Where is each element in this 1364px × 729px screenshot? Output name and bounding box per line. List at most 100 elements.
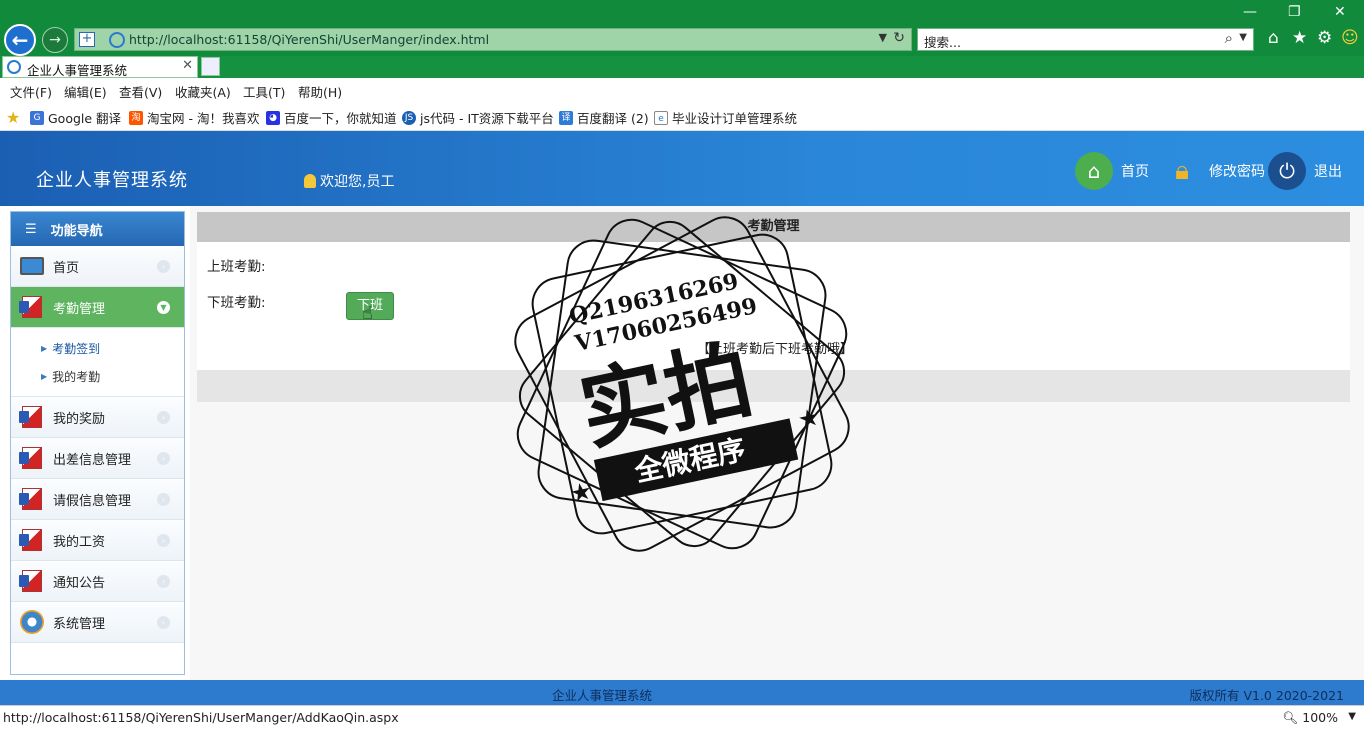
- star-icon[interactable]: ★: [1292, 28, 1307, 48]
- sidebar-item-label: 考勤管理: [53, 301, 106, 317]
- status-bar: http://localhost:61158/QiYerenShi/UserMa…: [0, 705, 1364, 729]
- address-url[interactable]: http://localhost:61158/QiYerenShi/UserMa…: [129, 32, 489, 47]
- menu-tools[interactable]: 工具(T): [243, 82, 285, 101]
- favorite-link[interactable]: 译 百度翻译 (2): [559, 108, 649, 127]
- triangle-right-icon: ▶: [41, 371, 48, 381]
- app-title: 企业人事管理系统: [36, 170, 188, 191]
- favorite-link[interactable]: e 毕业设计订单管理系统: [654, 108, 797, 127]
- chevron-down-icon[interactable]: ▼: [1239, 32, 1247, 43]
- chevron-right-icon: ›: [157, 616, 170, 629]
- favorite-link[interactable]: G Google 翻译: [30, 108, 121, 127]
- footer-copyright: 版权所有 V1.0 2020-2021: [1189, 688, 1344, 703]
- favorite-link[interactable]: ◕ 百度一下，你就知道: [266, 108, 397, 127]
- favorite-link[interactable]: 淘 淘宝网 - 淘！我喜欢: [129, 108, 259, 127]
- chevron-right-icon: ›: [157, 493, 170, 506]
- hand-cursor-icon: ☝: [362, 303, 373, 324]
- home-icon[interactable]: ⌂: [1268, 28, 1279, 48]
- close-window-icon[interactable]: ✕: [1334, 4, 1346, 20]
- zoom-level[interactable]: 🔍︎ 100%: [1282, 710, 1338, 726]
- ie-page-icon: e: [654, 110, 668, 125]
- chevron-down-icon[interactable]: ▼: [879, 31, 887, 44]
- forward-button[interactable]: →: [42, 27, 68, 53]
- menu-edit[interactable]: 编辑(E): [64, 82, 107, 101]
- checkin-label: 上班考勤:: [207, 259, 266, 275]
- favorite-label: Google 翻译: [48, 111, 122, 126]
- gear-icon[interactable]: ⚙: [1317, 28, 1332, 48]
- sidebar-item-label: 请假信息管理: [53, 493, 132, 509]
- close-tab-icon[interactable]: ✕: [182, 58, 193, 73]
- tab-title: 企业人事管理系统: [27, 63, 128, 78]
- menu-file[interactable]: 文件(F): [10, 82, 52, 101]
- pdf-book-icon: [19, 445, 45, 471]
- user-icon: [304, 174, 316, 188]
- panel-footer: [197, 370, 1350, 402]
- lock-icon: 🔒︎: [1175, 155, 1189, 186]
- chevron-right-icon: ›: [157, 575, 170, 588]
- sidebar-item-home[interactable]: 首页 ›: [11, 246, 184, 287]
- footer-center-text: 企业人事管理系统: [552, 688, 653, 703]
- sidebar-item-notices[interactable]: 通知公告 ›: [11, 561, 184, 602]
- submenu-item-checkin[interactable]: ▶ 考勤签到: [11, 334, 184, 362]
- pdf-book-icon: [19, 486, 45, 512]
- favorite-label: 百度一下，你就知道: [284, 111, 397, 126]
- app-header: 企业人事管理系统 欢迎您,员工 ⌂ 首页 🔒︎ 修改密码 ⏻ 退出: [0, 131, 1364, 206]
- browser-titlebar: — ❐ ✕ ← → + http://localhost:61158/QiYer…: [0, 0, 1364, 56]
- gear-icon: [19, 609, 45, 635]
- search-icon[interactable]: ⌕: [1225, 29, 1233, 47]
- refresh-icon[interactable]: ↻: [893, 30, 905, 46]
- chevron-right-icon: ›: [157, 260, 170, 273]
- restore-icon[interactable]: ❐: [1288, 4, 1301, 20]
- monitor-icon: [19, 253, 45, 279]
- sidebar-item-business-trip[interactable]: 出差信息管理 ›: [11, 438, 184, 479]
- sidebar-item-label: 我的奖励: [53, 411, 106, 427]
- browser-tab[interactable]: 企业人事管理系统 ✕: [2, 56, 198, 78]
- sidebar-item-rewards[interactable]: 我的奖励 ›: [11, 397, 184, 438]
- pdf-book-icon: [19, 527, 45, 553]
- list-icon: ☰: [25, 221, 37, 237]
- sidebar-item-label: 系统管理: [53, 616, 106, 632]
- zoom-value: 100%: [1302, 710, 1338, 725]
- back-button[interactable]: ←: [4, 24, 36, 56]
- logout-button[interactable]: ⏻ 退出: [1268, 152, 1342, 190]
- minimize-icon[interactable]: —: [1243, 4, 1257, 20]
- new-tab-button[interactable]: [201, 57, 220, 76]
- menu-help[interactable]: 帮助(H): [298, 82, 342, 101]
- compat-view-icon[interactable]: +: [79, 32, 95, 47]
- google-translate-icon: G: [30, 110, 44, 125]
- address-bar[interactable]: + http://localhost:61158/QiYerenShi/User…: [74, 28, 912, 51]
- menu-bar: 文件(F) 编辑(E) 查看(V) 收藏夹(A) 工具(T) 帮助(H): [0, 78, 1364, 101]
- js-icon: JS: [402, 110, 416, 125]
- change-password-button[interactable]: 🔒︎ 修改密码: [1163, 152, 1265, 190]
- app-footer: 企业人事管理系统 版权所有 V1.0 2020-2021: [0, 680, 1364, 705]
- favorite-label: 百度翻译 (2): [577, 111, 649, 126]
- search-placeholder[interactable]: 搜索...: [924, 32, 961, 51]
- smiley-icon[interactable]: ☺: [1341, 28, 1359, 48]
- favorites-bar: ★ G Google 翻译 淘 淘宝网 - 淘！我喜欢 ◕ 百度一下，你就知道 …: [0, 101, 1364, 131]
- change-password-label: 修改密码: [1209, 164, 1265, 180]
- search-box[interactable]: 搜索... ⌕ ▼: [917, 28, 1254, 51]
- sidebar-item-leave[interactable]: 请假信息管理 ›: [11, 479, 184, 520]
- welcome-message: 欢迎您,员工: [304, 171, 394, 191]
- chevron-down-icon[interactable]: ▼: [1348, 711, 1356, 722]
- sidebar-item-attendance[interactable]: 考勤管理 ▼: [11, 287, 184, 328]
- favorites-star-icon[interactable]: ★: [6, 108, 20, 127]
- ie-page-icon: [109, 32, 125, 48]
- submenu-label: 我的考勤: [52, 369, 101, 384]
- chevron-right-icon: ›: [157, 534, 170, 547]
- favorite-link[interactable]: JS js代码 - IT资源下载平台: [402, 108, 554, 127]
- sidebar-item-salary[interactable]: 我的工资 ›: [11, 520, 184, 561]
- chevron-right-icon: ›: [157, 452, 170, 465]
- tab-strip: 企业人事管理系统 ✕: [0, 56, 1364, 78]
- sidebar-title: 功能导航: [50, 223, 103, 239]
- main-content: 考勤管理 上班考勤: 下班考勤: 下班 【上班考勤后下班考勤哦】: [190, 206, 1364, 680]
- pdf-book-icon: [19, 568, 45, 594]
- home-button[interactable]: ⌂ 首页: [1075, 152, 1149, 190]
- attendance-submenu: ▶ 考勤签到 ▶ 我的考勤: [11, 328, 184, 397]
- baidu-translate-icon: 译: [559, 110, 573, 125]
- menu-view[interactable]: 查看(V): [119, 82, 162, 101]
- sidebar-item-system[interactable]: 系统管理 ›: [11, 602, 184, 643]
- ie-page-icon: [7, 60, 21, 74]
- menu-favorites[interactable]: 收藏夹(A): [175, 82, 231, 101]
- attendance-notice: 【上班考勤后下班考勤哦】: [697, 342, 854, 357]
- submenu-item-my-attendance[interactable]: ▶ 我的考勤: [11, 362, 184, 390]
